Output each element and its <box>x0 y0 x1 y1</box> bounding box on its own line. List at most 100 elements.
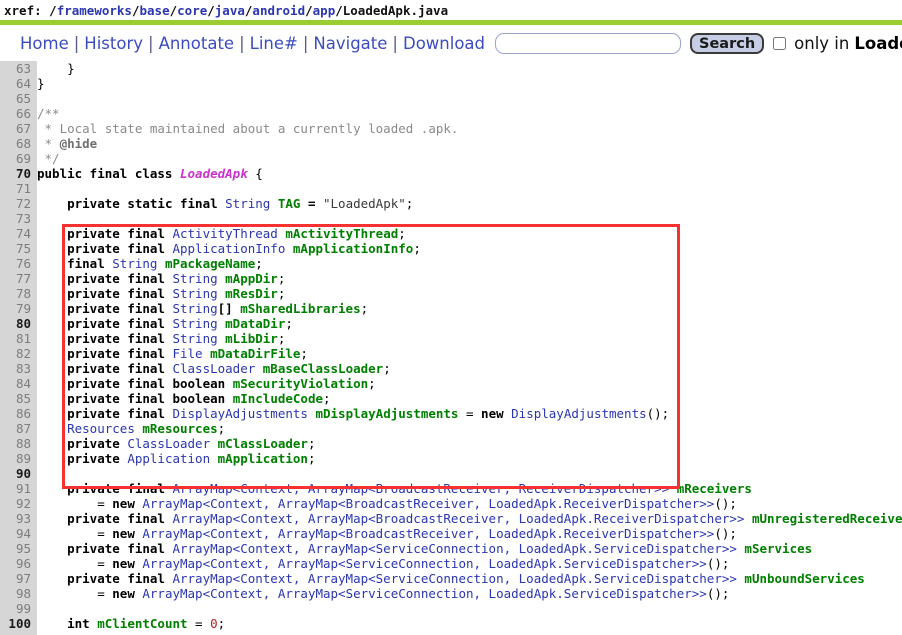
code-token-kw: new <box>112 496 143 511</box>
xref-path-link[interactable]: java <box>215 3 245 18</box>
code-token-typ[interactable]: ArrayMap<Context, ArrayMap<ServiceConnec… <box>172 571 744 586</box>
line-number[interactable]: 94 <box>0 526 37 541</box>
line-number[interactable]: 97 <box>0 571 37 586</box>
line-number[interactable]: 90 <box>0 466 37 481</box>
search-button[interactable]: Search <box>690 32 765 54</box>
code-line: 71 <box>0 181 902 196</box>
line-number[interactable]: 91 <box>0 481 37 496</box>
code-token-typ[interactable]: ArrayMap<Context, ArrayMap<BroadcastRece… <box>172 511 751 526</box>
line-number[interactable]: 78 <box>0 286 37 301</box>
line-number[interactable]: 65 <box>0 91 37 106</box>
nav-link-line[interactable]: Line# <box>246 34 302 53</box>
code-token-kw: [] <box>217 301 241 316</box>
code-text: * Local state maintained about a current… <box>37 121 459 136</box>
code-token-typ[interactable]: Resources <box>67 421 142 436</box>
line-number[interactable]: 68 <box>0 136 37 151</box>
line-number[interactable]: 85 <box>0 391 37 406</box>
xref-path-link[interactable]: core <box>177 3 207 18</box>
code-token-pl: ; <box>398 226 406 241</box>
line-number[interactable]: 89 <box>0 451 37 466</box>
code-token-typ[interactable]: Application <box>127 451 217 466</box>
line-number[interactable]: 70 <box>0 166 37 181</box>
line-number[interactable]: 64 <box>0 76 37 91</box>
line-number[interactable]: 76 <box>0 256 37 271</box>
code-token-kw: private final <box>67 331 173 346</box>
line-number[interactable]: 88 <box>0 436 37 451</box>
code-token-typ[interactable]: String <box>172 316 225 331</box>
xref-path-link[interactable]: app <box>313 3 336 18</box>
code-line: 66/** <box>0 106 902 121</box>
line-number[interactable]: 82 <box>0 346 37 361</box>
line-number[interactable]: 63 <box>0 61 37 76</box>
code-token-typ[interactable]: DisplayAdjustments <box>511 406 646 421</box>
line-number[interactable]: 71 <box>0 181 37 196</box>
line-number[interactable]: 81 <box>0 331 37 346</box>
code-token-typ[interactable]: String <box>172 331 225 346</box>
code-token-kw: new <box>112 526 143 541</box>
nav-link-home[interactable]: Home <box>16 34 73 53</box>
xref-path-separator: / <box>49 3 57 18</box>
code-token-pl: = <box>37 526 113 541</box>
line-number[interactable]: 74 <box>0 226 37 241</box>
code-token-typ[interactable]: ArrayMap<Context, ArrayMap<ServiceConnec… <box>142 586 706 601</box>
code-token-pl: (); <box>714 496 737 511</box>
line-number[interactable]: 67 <box>0 121 37 136</box>
code-token-typ[interactable]: ClassLoader <box>127 436 217 451</box>
code-token-typ[interactable]: ClassLoader <box>172 361 262 376</box>
line-number[interactable]: 95 <box>0 541 37 556</box>
code-token-typ[interactable]: String <box>225 196 278 211</box>
only-in-file-checkbox[interactable] <box>773 36 787 50</box>
line-number[interactable]: 87 <box>0 421 37 436</box>
nav-link-history[interactable]: History <box>80 34 147 53</box>
code-token-kw: private final <box>67 511 173 526</box>
nav-link-navigate[interactable]: Navigate <box>309 34 391 53</box>
line-number[interactable]: 75 <box>0 241 37 256</box>
code-token-typ[interactable]: ArrayMap<Context, ArrayMap<BroadcastRece… <box>142 526 714 541</box>
code-token-typ[interactable]: DisplayAdjustments <box>172 406 315 421</box>
code-token-kw: private final <box>67 346 173 361</box>
xref-path-link[interactable]: android <box>252 3 305 18</box>
line-number[interactable]: 72 <box>0 196 37 211</box>
navigation-toolbar: Home | History | Annotate | Line# | Navigate | Dow… <box>0 25 902 60</box>
code-token-pl: = <box>37 586 113 601</box>
code-text: final String mPackageName; <box>37 256 263 271</box>
line-number[interactable]: 80 <box>0 316 37 331</box>
code-line: 79 private final String[] mSharedLibrari… <box>0 301 902 316</box>
xref-path-link[interactable]: frameworks <box>57 3 132 18</box>
code-token-typ[interactable]: ActivityThread <box>172 226 285 241</box>
code-token-typ[interactable]: ArrayMap<Context, ArrayMap<BroadcastRece… <box>172 481 676 496</box>
code-token-typ[interactable]: String <box>172 301 217 316</box>
line-number[interactable]: 96 <box>0 556 37 571</box>
line-number[interactable]: 92 <box>0 496 37 511</box>
line-number[interactable]: 79 <box>0 301 37 316</box>
code-line: 63 } <box>0 61 902 76</box>
code-token-typ[interactable]: ArrayMap<Context, ArrayMap<ServiceConnec… <box>172 541 744 556</box>
line-number[interactable]: 66 <box>0 106 37 121</box>
code-token-typ[interactable]: ArrayMap<Context, ArrayMap<ServiceConnec… <box>142 556 706 571</box>
line-number[interactable]: 93 <box>0 511 37 526</box>
xref-path-separator: / <box>169 3 178 18</box>
line-number[interactable]: 84 <box>0 376 37 391</box>
line-number[interactable]: 99 <box>0 601 37 616</box>
line-number[interactable]: 98 <box>0 586 37 601</box>
nav-link-annotate[interactable]: Annotate <box>155 34 239 53</box>
xref-path-link[interactable]: base <box>140 3 170 18</box>
code-token-typ[interactable]: String <box>172 286 225 301</box>
line-number[interactable]: 69 <box>0 151 37 166</box>
code-token-typ[interactable]: ArrayMap<Context, ArrayMap<BroadcastRece… <box>142 496 714 511</box>
line-number[interactable]: 86 <box>0 406 37 421</box>
code-token-cls[interactable]: LoadedApk <box>180 166 248 181</box>
code-text: = new ArrayMap<Context, ArrayMap<Broadca… <box>37 526 737 541</box>
code-line: 98 = new ArrayMap<Context, ArrayMap<Serv… <box>0 586 902 601</box>
code-token-typ[interactable]: String <box>112 256 165 271</box>
nav-link-download[interactable]: Download <box>399 34 489 53</box>
code-token-typ[interactable]: ApplicationInfo <box>172 241 292 256</box>
search-input[interactable] <box>495 32 682 54</box>
code-token-typ[interactable]: File <box>172 346 210 361</box>
line-number[interactable]: 83 <box>0 361 37 376</box>
line-number[interactable]: 73 <box>0 211 37 226</box>
code-token-typ[interactable]: String <box>172 271 225 286</box>
code-token-kw: new <box>481 406 512 421</box>
line-number[interactable]: 77 <box>0 271 37 286</box>
